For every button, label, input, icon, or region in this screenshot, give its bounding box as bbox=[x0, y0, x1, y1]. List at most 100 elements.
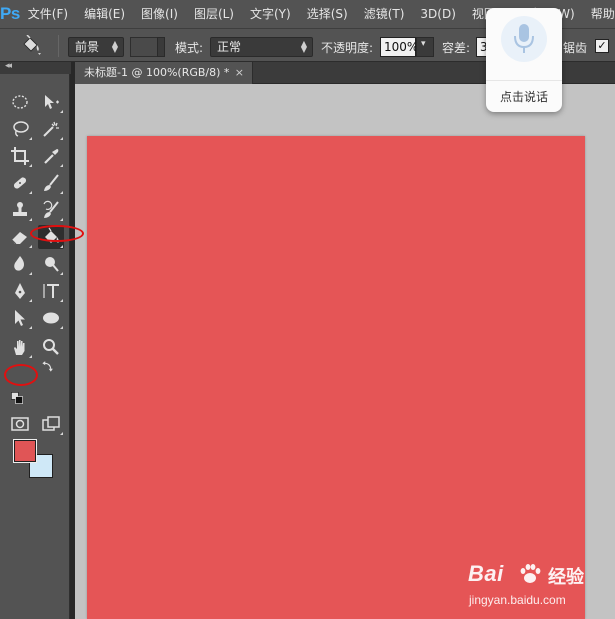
flyout-indicator bbox=[60, 432, 63, 435]
flyout-indicator bbox=[29, 272, 32, 275]
mode-label: 模式: bbox=[175, 41, 204, 55]
document-canvas[interactable] bbox=[87, 136, 585, 619]
tool-healing-brush[interactable] bbox=[7, 171, 33, 195]
updown-arrow-icon: ▲ ▼ bbox=[111, 39, 118, 54]
eyedropper-icon bbox=[44, 149, 59, 164]
tool-hand[interactable] bbox=[7, 335, 33, 359]
ellipse-icon bbox=[43, 312, 59, 324]
rectangular-marquee-icon bbox=[12, 95, 28, 109]
menu-file[interactable]: 文件(F) bbox=[20, 0, 76, 28]
fill-source-select[interactable]: 前景 ▲ ▼ bbox=[68, 37, 124, 57]
flyout-indicator bbox=[29, 355, 32, 358]
tool-crop[interactable] bbox=[7, 144, 33, 168]
flyout-indicator bbox=[60, 272, 63, 275]
tool-blur[interactable] bbox=[7, 252, 33, 276]
tool-path-selection[interactable] bbox=[7, 306, 33, 330]
pen-icon bbox=[15, 283, 25, 299]
tool-eyedropper[interactable] bbox=[38, 144, 64, 168]
flyout-indicator bbox=[60, 191, 63, 194]
collapse-icon[interactable]: ◂◂ bbox=[5, 61, 12, 71]
menu-select[interactable]: 选择(S) bbox=[299, 0, 356, 28]
document-tab[interactable]: 未标题-1 @ 100%(RGB/8) * × bbox=[75, 62, 253, 84]
tool-type[interactable] bbox=[38, 279, 64, 303]
checkmark-icon: ✓ bbox=[597, 39, 607, 52]
swap-colors-button[interactable] bbox=[38, 358, 58, 374]
flyout-indicator bbox=[60, 326, 63, 329]
watermark-url: jingyan.baidu.com bbox=[469, 593, 566, 607]
quick-mask-icon bbox=[11, 417, 29, 431]
eraser-icon bbox=[11, 232, 27, 245]
crop-icon bbox=[11, 147, 29, 165]
tool-zoom[interactable] bbox=[38, 335, 64, 359]
foreground-color-swatch[interactable] bbox=[13, 439, 37, 463]
tool-preset-picker[interactable] bbox=[18, 34, 44, 57]
tool-move[interactable] bbox=[38, 90, 64, 114]
popup-divider bbox=[486, 80, 562, 81]
microphone-icon bbox=[514, 24, 534, 53]
opacity-slider-button[interactable]: ▾ bbox=[416, 37, 434, 57]
annotation-circle-foreground bbox=[4, 364, 38, 386]
menu-edit[interactable]: 编辑(E) bbox=[76, 0, 133, 28]
annotation-circle-paint-bucket bbox=[30, 225, 84, 242]
tool-lasso[interactable] bbox=[7, 117, 33, 141]
quick-mask-button[interactable] bbox=[7, 412, 33, 436]
document-tab-title: 未标题-1 @ 100%(RGB/8) * bbox=[84, 66, 230, 79]
flyout-indicator bbox=[60, 164, 63, 167]
flyout-indicator bbox=[29, 191, 32, 194]
opacity-input[interactable]: 100% bbox=[380, 37, 418, 57]
hand-icon bbox=[14, 340, 25, 355]
tool-pen[interactable] bbox=[7, 279, 33, 303]
toolbox-header[interactable]: ◂◂ bbox=[0, 61, 72, 74]
menu-filter[interactable]: 滤镜(T) bbox=[356, 0, 413, 28]
voice-input-label: 点击说话 bbox=[499, 90, 548, 104]
updown-arrow-icon: ▲ ▼ bbox=[300, 39, 307, 54]
tool-rectangular-marquee[interactable] bbox=[7, 90, 33, 114]
watermark-brand-suffix: 经验 bbox=[548, 567, 584, 588]
menu-image[interactable]: 图像(I) bbox=[133, 0, 186, 28]
swap-arrows-icon bbox=[42, 361, 53, 372]
opacity-label: 不透明度: bbox=[321, 41, 374, 55]
paint-bucket-icon bbox=[23, 34, 41, 55]
dodge-icon bbox=[45, 257, 59, 272]
clone-stamp-icon bbox=[13, 202, 27, 216]
fill-source-value: 前景 bbox=[75, 40, 100, 54]
menu-layer[interactable]: 图层(L) bbox=[186, 0, 242, 28]
move-icon bbox=[45, 95, 59, 109]
blur-icon bbox=[14, 256, 24, 271]
tool-brush[interactable] bbox=[38, 171, 64, 195]
flyout-indicator bbox=[29, 164, 32, 167]
options-divider bbox=[58, 35, 59, 57]
toolbox bbox=[0, 74, 70, 619]
tool-history-brush[interactable] bbox=[38, 198, 64, 222]
tool-eraser[interactable] bbox=[7, 225, 33, 249]
history-brush-icon bbox=[43, 200, 59, 218]
tool-clone-stamp[interactable] bbox=[7, 198, 33, 222]
default-colors-icon bbox=[11, 392, 23, 404]
voice-input-popup[interactable]: 点击说话 bbox=[486, 8, 562, 112]
chevron-down-icon: ▾ bbox=[421, 39, 426, 49]
pattern-picker-arrow[interactable] bbox=[157, 37, 165, 57]
blend-mode-value: 正常 bbox=[217, 40, 242, 54]
tool-ellipse[interactable] bbox=[38, 306, 64, 330]
close-icon[interactable]: × bbox=[235, 62, 244, 84]
magic-wand-icon bbox=[43, 121, 59, 137]
path-selection-icon bbox=[15, 310, 25, 326]
antialias-label: 锯齿 bbox=[563, 41, 588, 55]
flyout-indicator bbox=[29, 326, 32, 329]
menu-type[interactable]: 文字(Y) bbox=[242, 0, 299, 28]
tool-magic-wand[interactable] bbox=[38, 117, 64, 141]
healing-brush-icon bbox=[13, 177, 27, 189]
screen-mode-button[interactable] bbox=[38, 412, 64, 436]
lasso-icon bbox=[13, 121, 29, 137]
menu-help[interactable]: 帮助 bbox=[583, 0, 615, 28]
default-colors-button[interactable] bbox=[8, 390, 26, 406]
microphone-button[interactable] bbox=[501, 16, 547, 62]
menu-3d[interactable]: 3D(D) bbox=[412, 0, 463, 28]
watermark-brand: Bai bbox=[468, 561, 504, 586]
antialias-checkbox[interactable]: ✓ bbox=[595, 39, 609, 53]
flyout-indicator bbox=[60, 245, 63, 248]
pattern-swatch[interactable] bbox=[130, 37, 158, 57]
flyout-indicator bbox=[60, 218, 63, 221]
blend-mode-select[interactable]: 正常 ▲ ▼ bbox=[210, 37, 313, 57]
tool-dodge[interactable] bbox=[38, 252, 64, 276]
